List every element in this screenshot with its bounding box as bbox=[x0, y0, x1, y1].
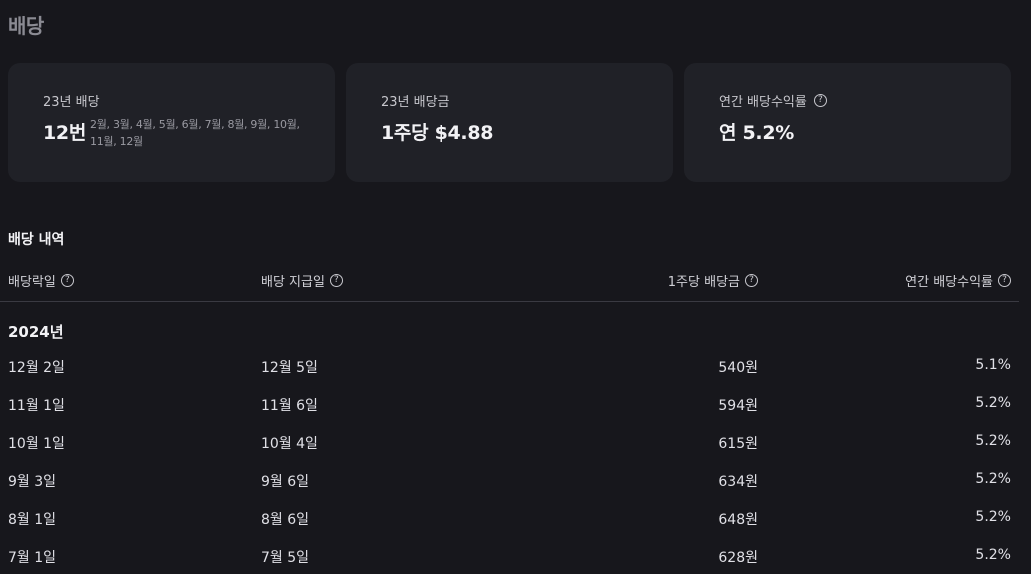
pay-date: 12월 5일 bbox=[261, 360, 318, 376]
ex-date: 8월 1일 bbox=[8, 512, 57, 528]
card-value: 12번 bbox=[43, 122, 87, 144]
card-value-row: 1주당 $4.88 bbox=[381, 118, 673, 145]
card-value: 1주당 $4.88 bbox=[381, 122, 494, 144]
column-label: 연간 배당수익률 bbox=[905, 275, 993, 290]
table-divider bbox=[0, 301, 1019, 302]
question-circle-icon[interactable]: ? bbox=[998, 274, 1011, 287]
pay-date: 10월 4일 bbox=[261, 436, 318, 452]
card-dividend-amount: 23년 배당금 1주당 $4.88 bbox=[346, 63, 673, 182]
ex-date: 11월 1일 bbox=[8, 398, 65, 414]
table-row: 10월 1일 10월 4일 615원 5.2% bbox=[8, 431, 1019, 469]
dividend-amount: 648원 bbox=[718, 512, 758, 528]
dividend-rows: 12월 2일 12월 5일 540원 5.1% 11월 1일 11월 6일 59… bbox=[8, 355, 1019, 574]
year-label: 2024년 bbox=[8, 323, 64, 341]
question-circle-icon[interactable]: ? bbox=[813, 93, 827, 107]
dividend-amount: 615원 bbox=[718, 436, 758, 452]
question-circle-icon[interactable]: ? bbox=[329, 274, 343, 287]
annual-yield: 5.2% bbox=[975, 471, 1011, 487]
question-circle-icon[interactable]: ? bbox=[60, 274, 74, 287]
table-row: 7월 1일 7월 5일 628원 5.2% bbox=[8, 545, 1019, 574]
annual-yield: 5.2% bbox=[975, 547, 1011, 563]
pay-date: 11월 6일 bbox=[261, 398, 318, 414]
annual-yield: 5.2% bbox=[975, 395, 1011, 411]
card-label-text: 연간 배당수익률 bbox=[719, 94, 807, 110]
pay-date: 8월 6일 bbox=[261, 512, 310, 528]
card-value-row: 연 5.2% bbox=[719, 118, 1011, 145]
annual-yield: 5.1% bbox=[975, 357, 1011, 373]
annual-yield: 5.2% bbox=[975, 509, 1011, 525]
card-value-row: 12번 2월, 3월, 4월, 5월, 6월, 7월, 8월, 9월, 10월,… bbox=[43, 118, 335, 150]
card-label-text: 23년 배당 bbox=[43, 94, 100, 110]
card-label: 연간 배당수익률 ? bbox=[719, 91, 1011, 110]
column-label: 배당락일 bbox=[8, 275, 56, 290]
page-title: 배당 bbox=[8, 14, 44, 38]
section-title: 배당 내역 bbox=[8, 232, 65, 248]
card-label: 23년 배당 bbox=[43, 91, 335, 110]
card-value: 연 5.2% bbox=[719, 122, 794, 144]
pay-date: 9월 6일 bbox=[261, 474, 310, 490]
table-row: 9월 3일 9월 6일 634원 5.2% bbox=[8, 469, 1019, 507]
ex-date: 12월 2일 bbox=[8, 360, 65, 376]
ex-date: 9월 3일 bbox=[8, 474, 57, 490]
card-label: 23년 배당금 bbox=[381, 91, 673, 110]
pay-date: 7월 5일 bbox=[261, 550, 310, 566]
summary-cards: 23년 배당 12번 2월, 3월, 4월, 5월, 6월, 7월, 8월, 9… bbox=[8, 63, 1011, 182]
ex-date: 7월 1일 bbox=[8, 550, 57, 566]
dividend-amount: 540원 bbox=[718, 360, 758, 376]
table-header: 배당락일 ? 배당 지급일 ? 1주당 배당금 ? 연간 배당수익률 ? bbox=[8, 271, 1019, 293]
column-label: 배당 지급일 bbox=[261, 275, 325, 290]
ex-date: 10월 1일 bbox=[8, 436, 65, 452]
column-ex-date: 배당락일 ? bbox=[8, 271, 74, 290]
column-dividend-per-share: 1주당 배당금 ? bbox=[668, 271, 758, 290]
card-label-text: 23년 배당금 bbox=[381, 94, 450, 110]
table-row: 8월 1일 8월 6일 648원 5.2% bbox=[8, 507, 1019, 545]
column-annual-yield: 연간 배당수익률 ? bbox=[905, 271, 1011, 290]
column-label: 1주당 배당금 bbox=[667, 275, 740, 290]
table-row: 11월 1일 11월 6일 594원 5.2% bbox=[8, 393, 1019, 431]
card-dividend-count: 23년 배당 12번 2월, 3월, 4월, 5월, 6월, 7월, 8월, 9… bbox=[8, 63, 335, 182]
annual-yield: 5.2% bbox=[975, 433, 1011, 449]
table-row: 12월 2일 12월 5일 540원 5.1% bbox=[8, 355, 1019, 393]
dividend-months: 2월, 3월, 4월, 5월, 6월, 7월, 8월, 9월, 10월, 11월… bbox=[90, 118, 300, 148]
dividend-amount: 628원 bbox=[718, 550, 758, 566]
dividend-page: 배당 23년 배당 12번 2월, 3월, 4월, 5월, 6월, 7월, 8월… bbox=[0, 0, 1031, 574]
column-pay-date: 배당 지급일 ? bbox=[261, 271, 343, 290]
card-annual-yield: 연간 배당수익률 ? 연 5.2% bbox=[684, 63, 1011, 182]
dividend-amount: 634원 bbox=[718, 474, 758, 490]
question-circle-icon[interactable]: ? bbox=[745, 274, 758, 287]
dividend-amount: 594원 bbox=[718, 398, 758, 414]
